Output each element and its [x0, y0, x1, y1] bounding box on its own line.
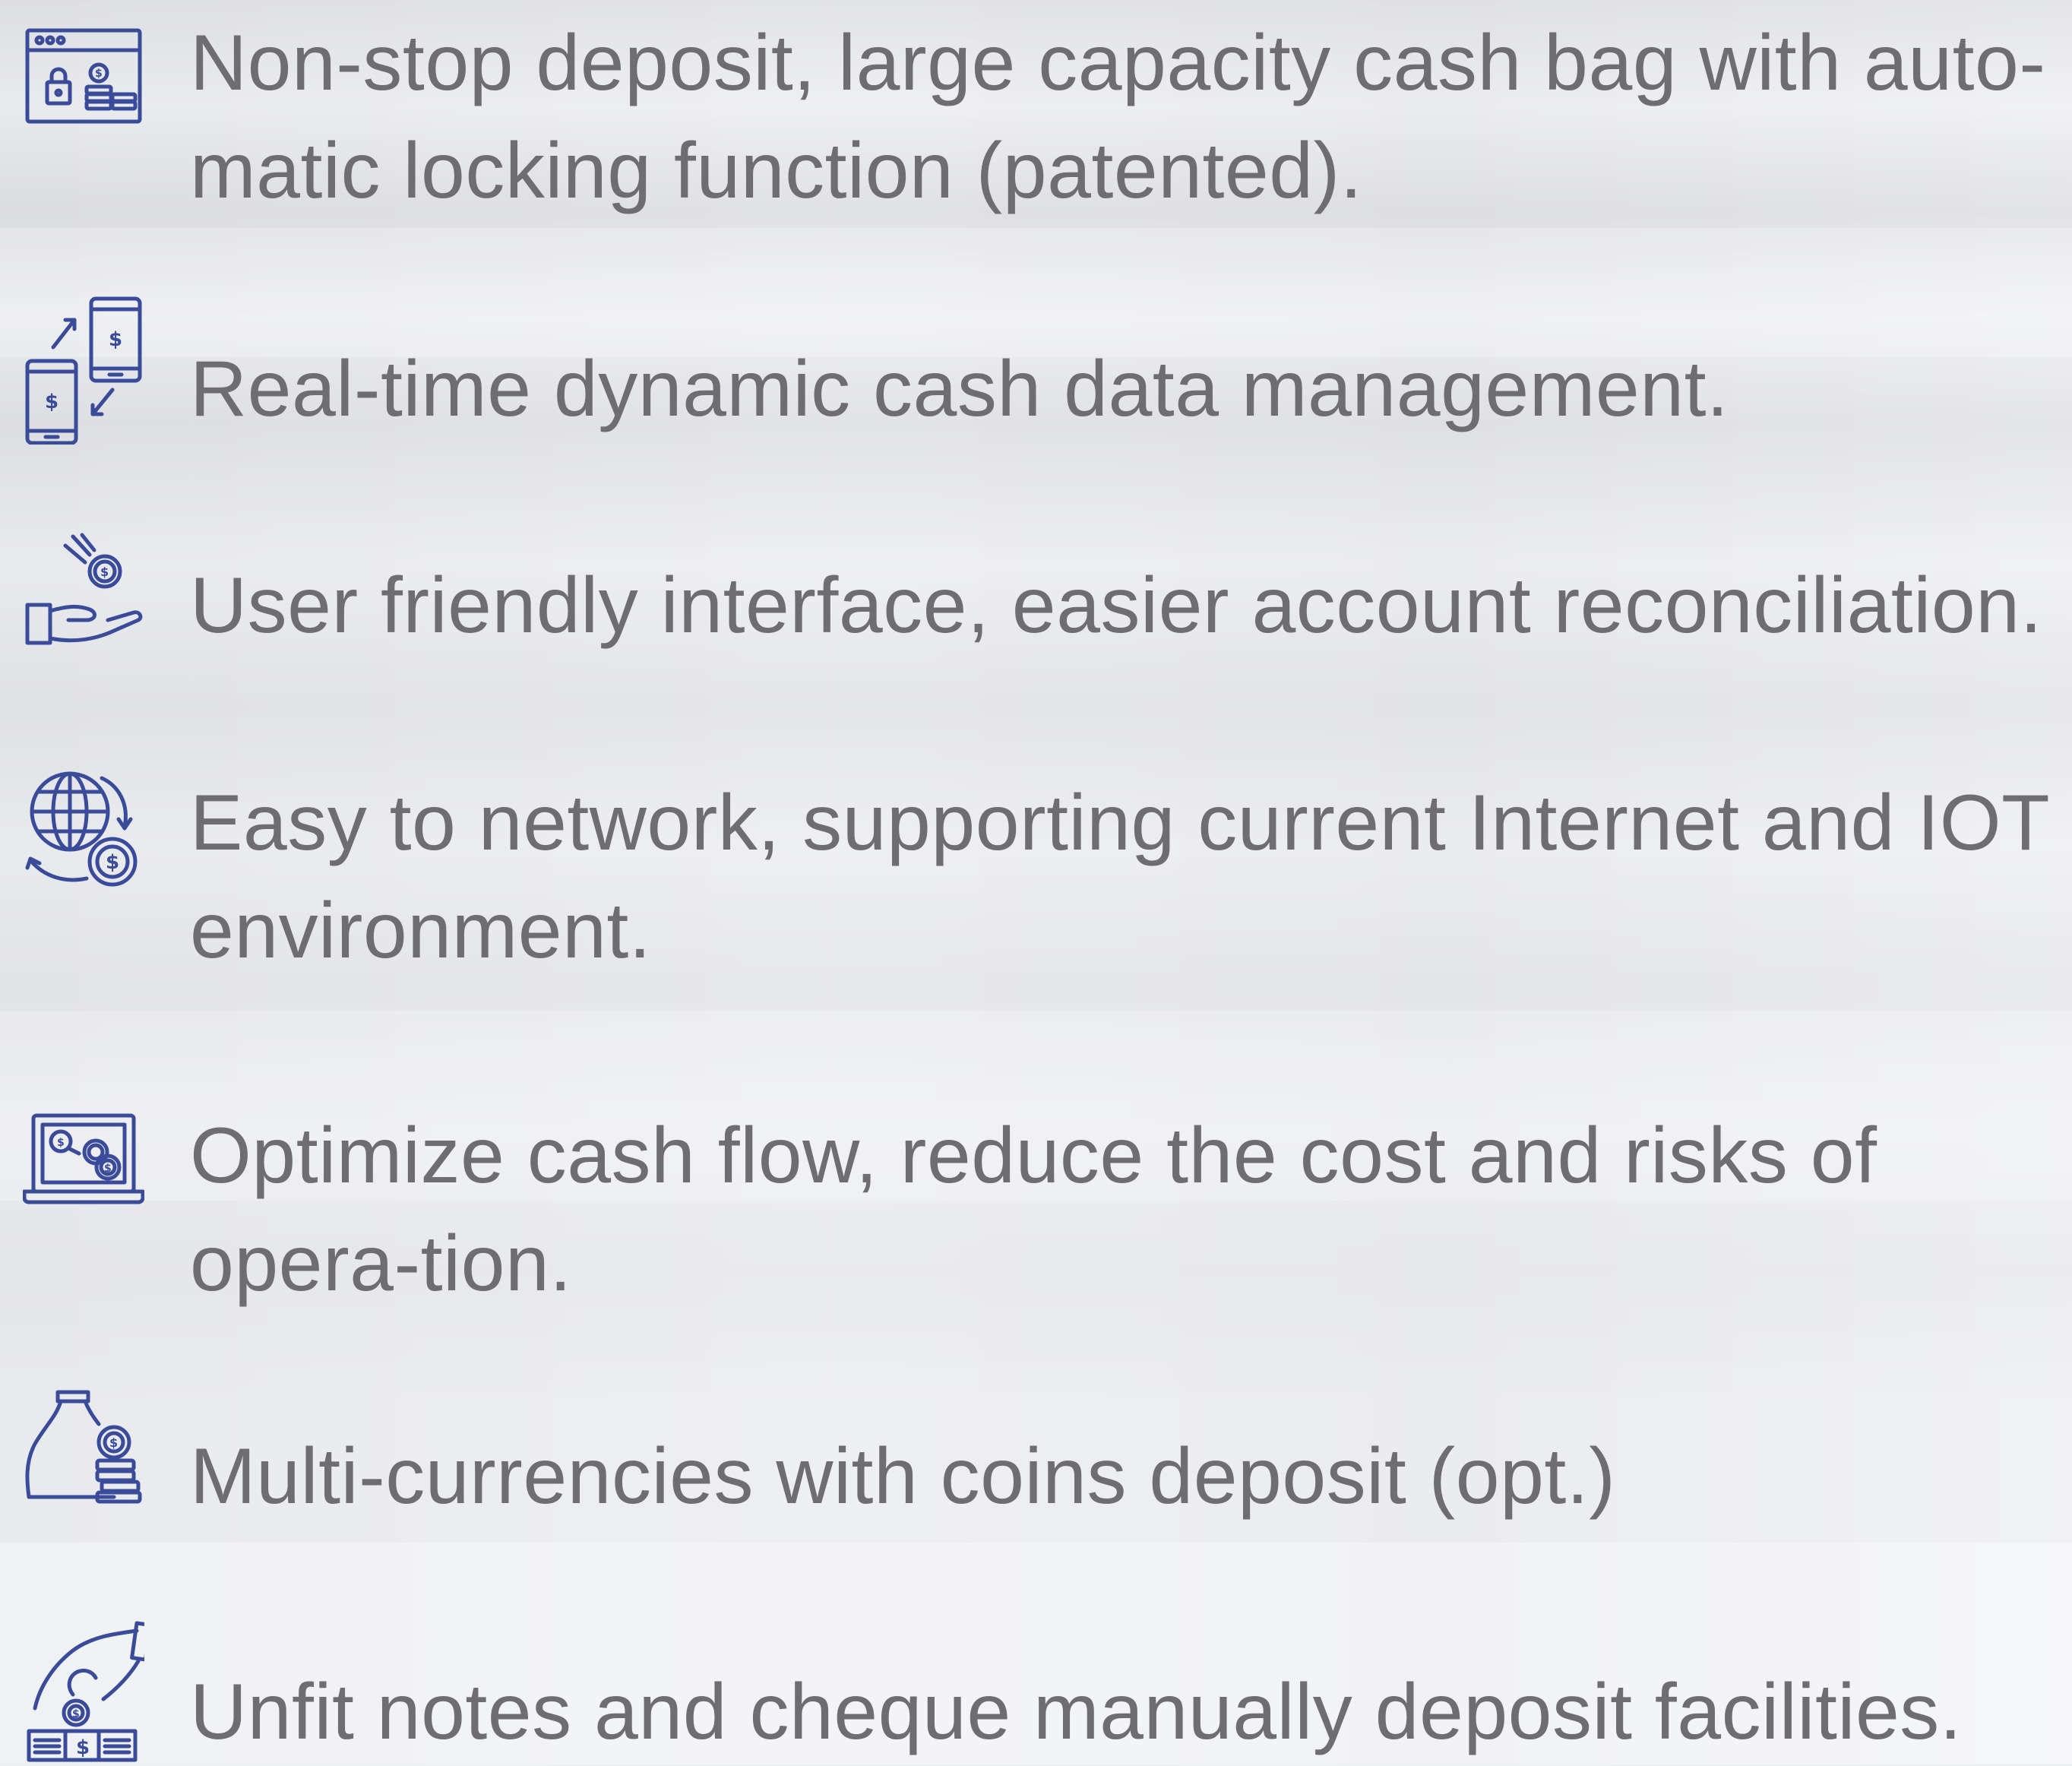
feature-text: Easy to network, supporting current Inte…: [190, 779, 2049, 975]
svg-text:$: $: [104, 1163, 112, 1175]
svg-text:$: $: [106, 851, 119, 874]
mobile-transfer-icon: $ $: [23, 293, 144, 445]
svg-text:$: $: [109, 328, 122, 351]
svg-text:$: $: [57, 1137, 65, 1149]
svg-text:$: $: [109, 1435, 118, 1450]
svg-text:$: $: [100, 565, 109, 579]
hand-coin-icon: $: [23, 532, 144, 654]
feature-text: Non-stop deposit, large capacity cash ba…: [190, 19, 2046, 215]
laptop-coins-icon: $ $: [23, 1106, 144, 1228]
feature-text: User friendly interface, easier account …: [190, 562, 2042, 650]
money-bag-coins-icon: $: [23, 1388, 144, 1509]
cash-bag-lock-icon: $: [23, 15, 144, 137]
globe-coin-icon: $: [23, 767, 144, 889]
feature-text: Multi-currencies with coins deposit (opt…: [190, 1432, 1616, 1521]
hand-deposit-cheque-icon: $ $: [23, 1619, 144, 1763]
feature-text: Optimize cash flow, reduce the cost and …: [190, 1112, 1877, 1308]
svg-text:$: $: [72, 1708, 80, 1720]
svg-text:$: $: [95, 68, 103, 80]
feature-text: Unfit notes and cheque manually deposit …: [190, 1668, 1963, 1756]
svg-text:$: $: [76, 1736, 90, 1759]
feature-list: $ Non-stop deposit, large capacity cash …: [0, 0, 2072, 1764]
svg-text:$: $: [45, 391, 59, 413]
feature-text: Real-time dynamic cash data management.: [190, 345, 1729, 433]
